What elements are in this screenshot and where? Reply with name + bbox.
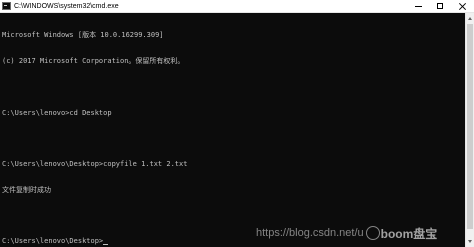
title-bar[interactable]: C:\WINDOWS\system32\cmd.exe	[0, 0, 474, 13]
console-prompt: C:\Users\lenovo\Desktop>	[2, 237, 104, 246]
close-button[interactable]	[452, 0, 474, 13]
maximize-button[interactable]	[430, 0, 452, 13]
vertical-scrollbar[interactable]	[465, 13, 474, 247]
cmd-icon[interactable]	[2, 2, 11, 10]
console-line: C:\Users\lenovo\Desktop>copyfile 1.txt 2…	[2, 160, 188, 169]
console-output[interactable]: Microsoft Windows [版本 10.0.16299.309] (c…	[2, 14, 460, 247]
caption-buttons	[408, 0, 474, 13]
minimize-button[interactable]	[408, 0, 430, 13]
window-title: C:\WINDOWS\system32\cmd.exe	[14, 2, 119, 10]
console-line: (c) 2017 Microsoft Corporation。保留所有权利。	[2, 56, 185, 65]
scroll-down-arrow-icon[interactable]	[466, 237, 474, 247]
cmd-window: C:\WINDOWS\system32\cmd.exe Microsoft Wi…	[0, 0, 474, 247]
scroll-thumb[interactable]	[467, 24, 473, 229]
watermark-handle: boom盘宝	[380, 226, 438, 241]
watermark-url: https://blog.csdn.net/u	[256, 227, 364, 239]
console-line: 文件复制时成功	[2, 185, 51, 194]
watermark: https://blog.csdn.net/u boom盘宝	[256, 222, 466, 244]
text-cursor	[103, 244, 109, 246]
scroll-up-arrow-icon[interactable]	[466, 13, 474, 23]
console-line: Microsoft Windows [版本 10.0.16299.309]	[2, 31, 164, 40]
watermark-logo-icon	[365, 226, 380, 240]
console-line: C:\Users\lenovo>cd Desktop	[2, 108, 112, 117]
